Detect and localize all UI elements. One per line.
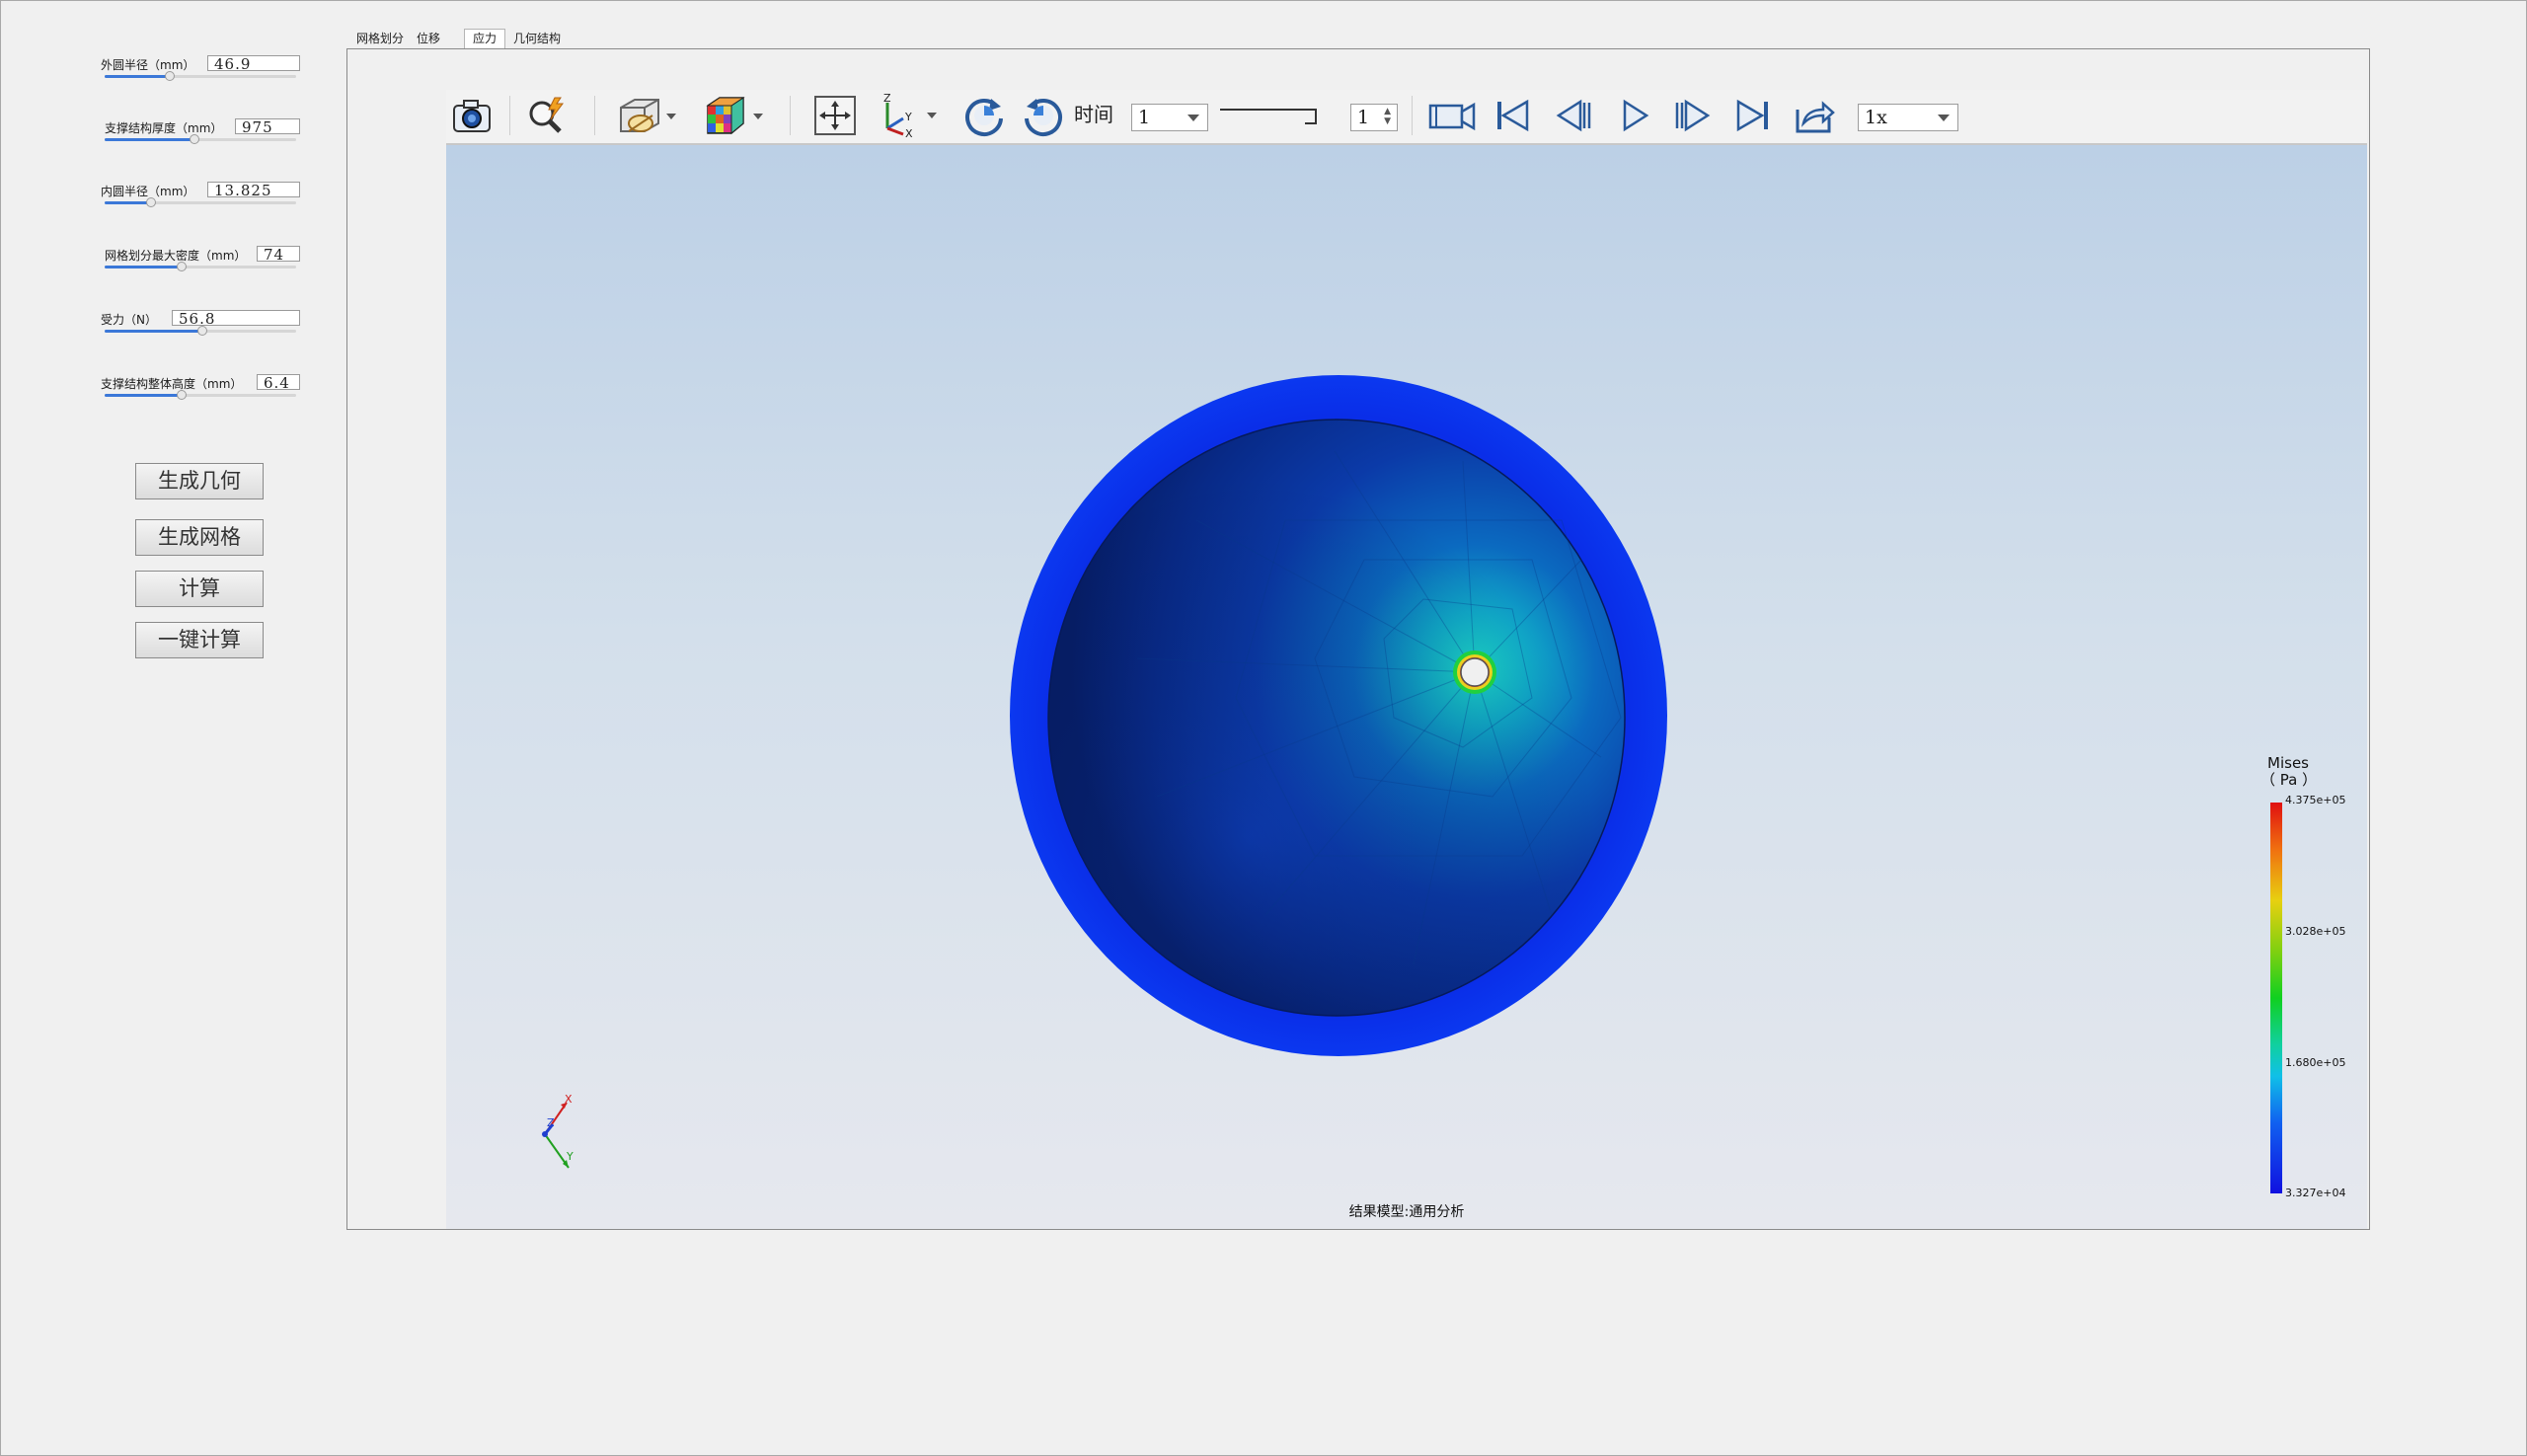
- triad-label-y: Y: [566, 1150, 574, 1163]
- legend-unit: （ Pa ）: [2260, 771, 2318, 789]
- legend-tick-max: 4.375e+05: [2285, 794, 2346, 806]
- param-outer-radius: 外圆半径（mm） 46.9: [99, 55, 300, 97]
- slider-thumb[interactable]: [196, 326, 207, 336]
- fit-view-icon[interactable]: [809, 93, 861, 138]
- svg-text:X: X: [905, 127, 913, 138]
- slider-thumb[interactable]: [145, 197, 156, 207]
- param-support-thickness: 支撑结构厚度（mm） 975: [99, 118, 300, 160]
- camera-icon[interactable]: [450, 93, 494, 138]
- next-frame-icon[interactable]: [1672, 93, 1712, 138]
- param-slider[interactable]: [105, 134, 296, 144]
- viewer-toolbar: Z YX 时间 1 1 ▲ ▼ 1x: [446, 90, 2367, 145]
- triad-label-x: X: [565, 1093, 573, 1106]
- spin-arrows[interactable]: ▲ ▼: [1384, 107, 1391, 126]
- rotate-ccw-icon[interactable]: [1019, 93, 1068, 138]
- param-label: 网格划分最大密度（mm）: [105, 249, 247, 263]
- compute-button[interactable]: 计算: [135, 571, 264, 607]
- param-input[interactable]: 13.825: [207, 182, 300, 197]
- time-select[interactable]: 1: [1131, 104, 1208, 131]
- param-slider[interactable]: [105, 71, 296, 81]
- param-mesh-density: 网格划分最大密度（mm） 74: [99, 246, 300, 287]
- inner-surface-shade: [1048, 420, 1625, 1016]
- result-viewport[interactable]: X Z Y 结果模型:通用分析: [446, 145, 2367, 1229]
- param-slider[interactable]: [105, 262, 296, 271]
- legend-title: Mises: [2267, 754, 2309, 772]
- frame-spinner[interactable]: 1 ▲ ▼: [1350, 104, 1398, 131]
- record-icon[interactable]: [1427, 93, 1479, 138]
- legend-tick-min: 3.327e+04: [2285, 1187, 2346, 1199]
- legend-tick-3: 1.680e+05: [2285, 1056, 2346, 1069]
- param-label: 外圆半径（mm）: [101, 58, 195, 72]
- time-label: 时间: [1074, 103, 1113, 126]
- param-input[interactable]: 6.4: [257, 374, 300, 390]
- param-slider[interactable]: [105, 390, 296, 400]
- time-slider[interactable]: [1220, 107, 1329, 126]
- param-label: 支撑结构整体高度（mm）: [101, 377, 243, 391]
- speed-select[interactable]: 1x: [1858, 104, 1958, 131]
- param-input[interactable]: 975: [235, 118, 300, 134]
- export-icon[interactable]: [1793, 93, 1836, 138]
- svg-text:Y: Y: [904, 111, 912, 123]
- inner-hole: [1460, 657, 1490, 687]
- tab-displacement[interactable]: 位移: [413, 30, 444, 48]
- one-click-compute-button[interactable]: 一键计算: [135, 622, 264, 658]
- param-label: 支撑结构厚度（mm）: [105, 121, 223, 135]
- play-icon[interactable]: [1617, 93, 1652, 138]
- tab-mesh[interactable]: 网格划分: [351, 30, 409, 48]
- param-input[interactable]: 56.8: [172, 310, 300, 326]
- speed-value: 1x: [1865, 107, 1887, 128]
- display-mode-icon[interactable]: [614, 93, 679, 138]
- slider-thumb[interactable]: [190, 134, 200, 144]
- param-slider[interactable]: [105, 326, 296, 336]
- first-frame-icon[interactable]: [1493, 93, 1532, 138]
- tab-geometry[interactable]: 几何结构: [509, 30, 565, 48]
- param-inner-radius: 内圆半径（mm） 13.825: [99, 182, 300, 223]
- query-icon[interactable]: [523, 93, 571, 138]
- slider-thumb[interactable]: [176, 262, 187, 271]
- tab-stress[interactable]: 应力: [464, 29, 505, 49]
- slider-thumb[interactable]: [176, 390, 187, 400]
- svg-text:Z: Z: [883, 93, 891, 105]
- legend-tick-2: 3.028e+05: [2285, 925, 2346, 938]
- color-cube-icon[interactable]: [701, 93, 766, 138]
- prev-frame-icon[interactable]: [1554, 93, 1593, 138]
- param-input[interactable]: 46.9: [207, 55, 300, 71]
- triad-label-z: Z: [547, 1116, 555, 1129]
- last-frame-icon[interactable]: [1733, 93, 1773, 138]
- axes-icon[interactable]: Z YX: [873, 93, 944, 138]
- time-value: 1: [1138, 107, 1151, 128]
- stress-contour-plot: X Z Y: [542, 375, 1667, 1169]
- generate-mesh-button[interactable]: 生成网格: [135, 519, 264, 556]
- param-input[interactable]: 74: [257, 246, 300, 262]
- slider-thumb[interactable]: [164, 71, 175, 81]
- rotate-cw-icon[interactable]: [959, 93, 1009, 138]
- param-label: 受力（N）: [101, 313, 157, 327]
- param-slider[interactable]: [105, 197, 296, 207]
- result-model-status: 结果模型:通用分析: [1348, 1204, 1465, 1220]
- generate-geometry-button[interactable]: 生成几何: [135, 463, 264, 499]
- frame-value: 1: [1357, 107, 1370, 128]
- axis-triad: X Z Y: [542, 1093, 574, 1169]
- param-force: 受力（N） 56.8: [99, 310, 300, 351]
- legend-color-bar: [2270, 803, 2282, 1193]
- param-support-height: 支撑结构整体高度（mm） 6.4: [99, 374, 300, 416]
